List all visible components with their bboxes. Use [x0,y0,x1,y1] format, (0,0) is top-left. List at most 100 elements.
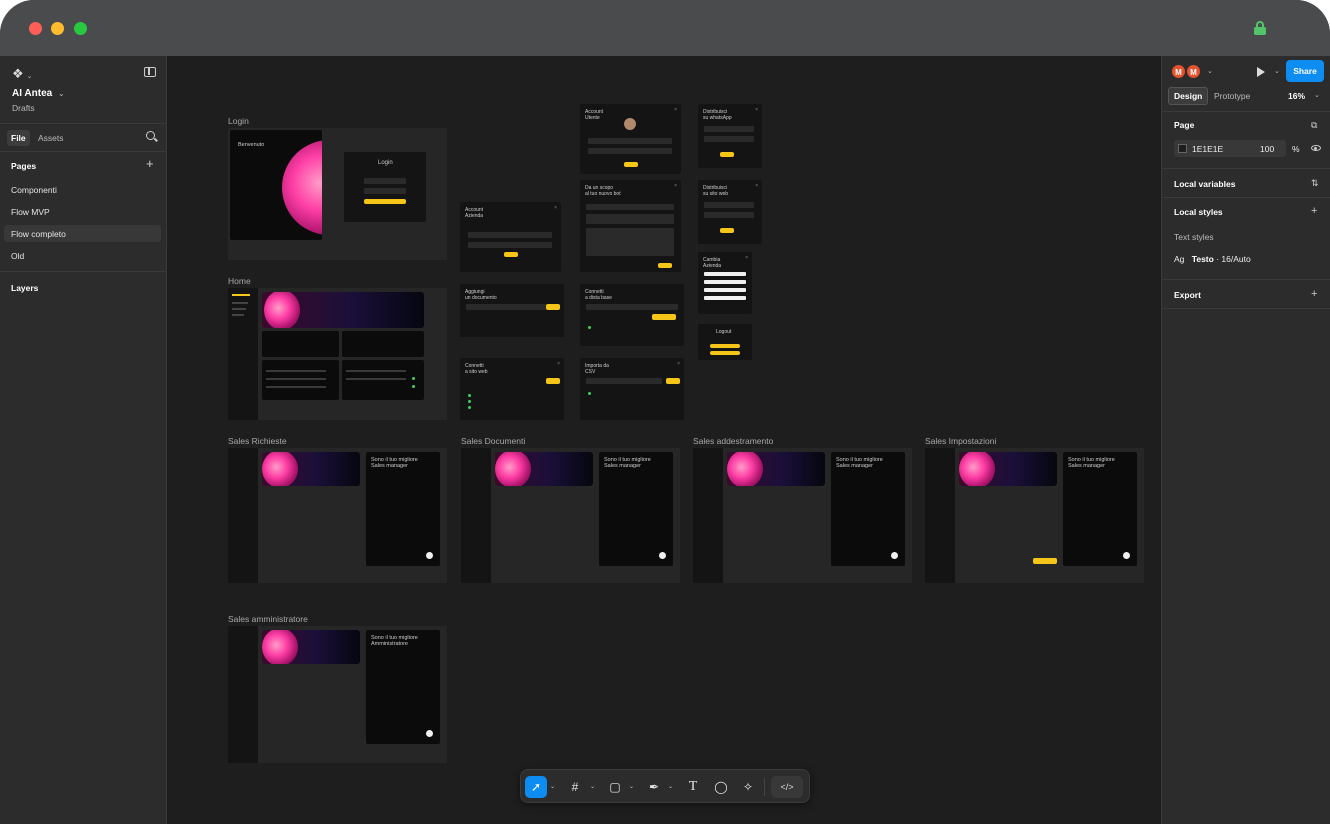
gradient-orb [282,140,322,235]
chevron-down-icon[interactable]: ⌄ [629,783,634,790]
tab-prototype[interactable]: Prototype [1209,87,1255,105]
page-item-old[interactable]: Old [4,247,161,264]
page-opacity[interactable]: 100 [1260,144,1274,154]
screen-distribuisci-whatsapp[interactable]: Distribuisci su whatsApp × [698,104,762,168]
field [704,212,754,218]
option [704,296,746,300]
divider [0,123,167,124]
screen-cambia-azienda[interactable]: Cambia Azienda × [698,252,752,314]
variables-icon[interactable]: ⇅ [1311,178,1319,189]
field [586,378,662,384]
frame-sales-amministratore[interactable]: Sono il tuo migliore Amministratore [228,626,447,763]
page-color-hex[interactable]: 1E1E1E [1192,144,1223,154]
sidebar-line [232,294,250,296]
frame-sales-richieste[interactable]: Sono il tuo migliore Sales manager [228,448,447,583]
frame-home[interactable] [228,288,447,420]
chevron-down-icon[interactable]: ⌄ [668,783,673,790]
frame-sales-impostazioni[interactable]: Sono il tuo migliore Sales manager [925,448,1144,583]
present-icon[interactable] [1257,67,1265,77]
file-subtitle: Drafts [12,103,35,113]
frame-label-home[interactable]: Home [228,276,251,286]
local-styles-heading: Local styles [1174,207,1223,217]
tab-file[interactable]: File [7,130,30,146]
close-icon: × [674,183,677,189]
layers-heading: Layers [11,283,39,293]
dev-mode-icon[interactable]: </> [771,776,803,798]
screen-connetti-db[interactable]: Connetti a dista base [580,284,684,346]
table-line [266,386,326,388]
add-page-icon[interactable]: + [146,157,154,170]
design-canvas[interactable]: Login Benvenuto Login Home Account Azien… [167,56,1161,824]
avatar[interactable]: M [1171,64,1186,79]
frame-label-login[interactable]: Login [228,116,249,126]
field [704,136,754,142]
figma-logo-icon[interactable]: ❖ ⌄ [12,66,33,82]
rectangle-tool-icon[interactable]: ▢ [604,776,626,798]
add-style-icon[interactable]: + [1311,206,1317,217]
color-swatch[interactable] [1178,144,1187,153]
search-icon[interactable] [146,131,155,140]
zoom-level[interactable]: 16% [1288,91,1305,101]
library-icon[interactable]: ⧉ [1311,120,1317,131]
share-button[interactable]: Share [1286,60,1324,82]
frame-label-sales-addestramento[interactable]: Sales addestramento [693,436,773,446]
sidebar-toggle-icon[interactable] [144,67,156,77]
frame-label-sales-amministratore[interactable]: Sales amministratore [228,614,308,624]
minimize-window-button[interactable] [51,22,64,35]
sales-hero [495,452,593,486]
sales-sidebar [228,626,258,763]
tab-assets[interactable]: Assets [34,130,68,146]
table-line [266,378,326,380]
local-variables-heading[interactable]: Local variables [1174,179,1235,189]
frame-label-sales-documenti[interactable]: Sales Documenti [461,436,525,446]
chevron-down-icon[interactable]: ⌄ [1314,91,1320,99]
frame-sales-addestramento[interactable]: Sono il tuo migliore Sales manager [693,448,912,583]
page-item-componenti[interactable]: Componenti [4,181,161,198]
avatar[interactable]: M [1186,64,1201,79]
sales-sidebar [461,448,491,583]
sales-sidebar [228,448,258,583]
screen-account-utente[interactable]: Account Utente × [580,104,681,174]
zoom-window-button[interactable] [74,22,87,35]
text-tool-icon[interactable]: T [682,776,704,798]
tab-design[interactable]: Design [1168,87,1209,105]
pen-tool-icon[interactable]: ✒ [643,776,665,798]
screen-connetti-web[interactable]: Connetti a sito web × [460,358,564,420]
chevron-down-icon[interactable]: ⌄ [550,783,555,790]
pages-heading: Pages [11,161,37,171]
status-dot [468,394,471,397]
chevron-down-icon[interactable]: ⌄ [1274,67,1280,75]
screen-logout[interactable]: Logout [698,324,752,360]
screen-importa-csv[interactable]: Importa da CSV × [580,358,684,420]
chevron-down-icon[interactable]: ⌄ [590,783,595,790]
chat-title: Sono il tuo migliore Sales manager [836,457,883,469]
frame-label-sales-impostazioni[interactable]: Sales Impostazioni [925,436,996,446]
frame-sales-documenti[interactable]: Sono il tuo migliore Sales manager [461,448,680,583]
actions-tool-icon[interactable]: ✧ [737,776,759,798]
screen-distribuisci-web[interactable]: Distribuisci su sito web × [698,180,762,244]
frame-login[interactable]: Benvenuto Login [228,128,447,260]
login-card-title: Login [378,160,393,166]
page-item-flow-mvp[interactable]: Flow MVP [4,203,161,220]
frame-tool-icon[interactable]: # [564,776,586,798]
screen-aggiungi-documento[interactable]: Aggiungi un documento [460,284,564,337]
option [704,272,746,276]
status-dot [588,392,591,395]
divider [0,151,167,152]
text-style-item[interactable]: Ag Testo · 16/Auto [1174,254,1251,264]
page-item-flow-completo[interactable]: Flow completo [4,225,161,242]
chevron-down-icon[interactable]: ⌄ [58,89,65,98]
screen-account-azienda[interactable]: Account Azienda × [460,202,561,272]
field [586,204,674,210]
frame-label-sales-richieste[interactable]: Sales Richieste [228,436,287,446]
close-window-button[interactable] [29,22,42,35]
move-tool-icon[interactable]: ➚ [525,776,547,798]
chevron-down-icon[interactable]: ⌄ [1207,67,1213,75]
eye-icon[interactable] [1311,145,1321,151]
comment-tool-icon[interactable]: ◯ [710,776,732,798]
divider [1162,197,1330,198]
save-button [720,228,734,233]
screen-da-un-scopo[interactable]: Da un scopo al tuo nuovo bot × [580,180,681,272]
add-export-icon[interactable]: + [1311,289,1317,300]
file-title[interactable]: AI Antea [12,88,52,99]
